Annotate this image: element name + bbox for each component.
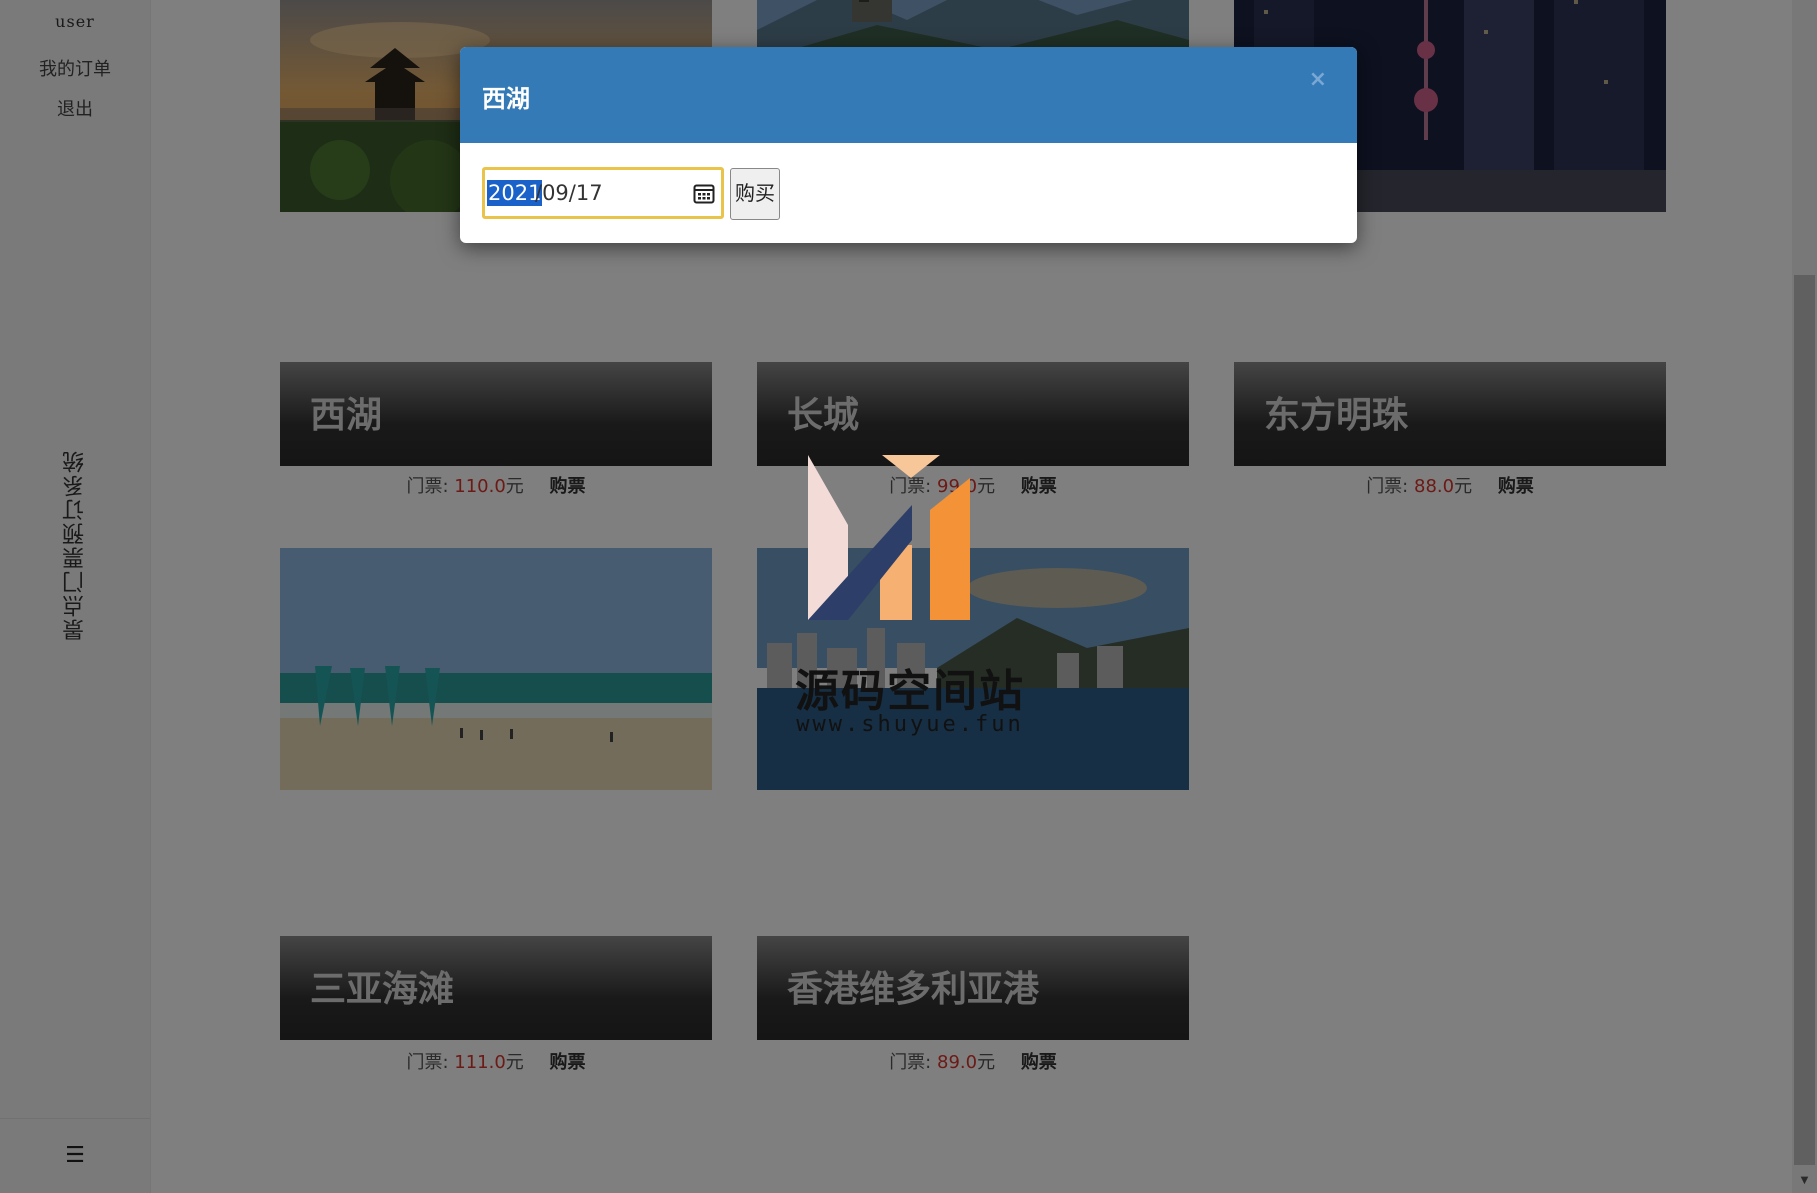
watermark-url: www.shuyue.fun — [796, 712, 1024, 737]
watermark-logo-icon — [808, 455, 970, 620]
calendar-icon[interactable] — [693, 182, 715, 204]
close-icon[interactable]: × — [1309, 67, 1327, 92]
purchase-button[interactable]: 购买 — [730, 168, 780, 220]
watermark-text: 源码空间站 — [795, 666, 1025, 717]
visit-date-input[interactable]: 2021 /09/17 — [482, 167, 724, 219]
modal-title: 西湖 — [482, 85, 530, 113]
modal-header: 西湖 × — [460, 47, 1357, 143]
date-month-day-segment[interactable]: /09/17 — [535, 180, 603, 206]
watermark: 源码空间站 www.shuyue.fun — [780, 450, 1040, 740]
purchase-modal: 西湖 × 2021 /09/17 购买 — [460, 47, 1357, 243]
